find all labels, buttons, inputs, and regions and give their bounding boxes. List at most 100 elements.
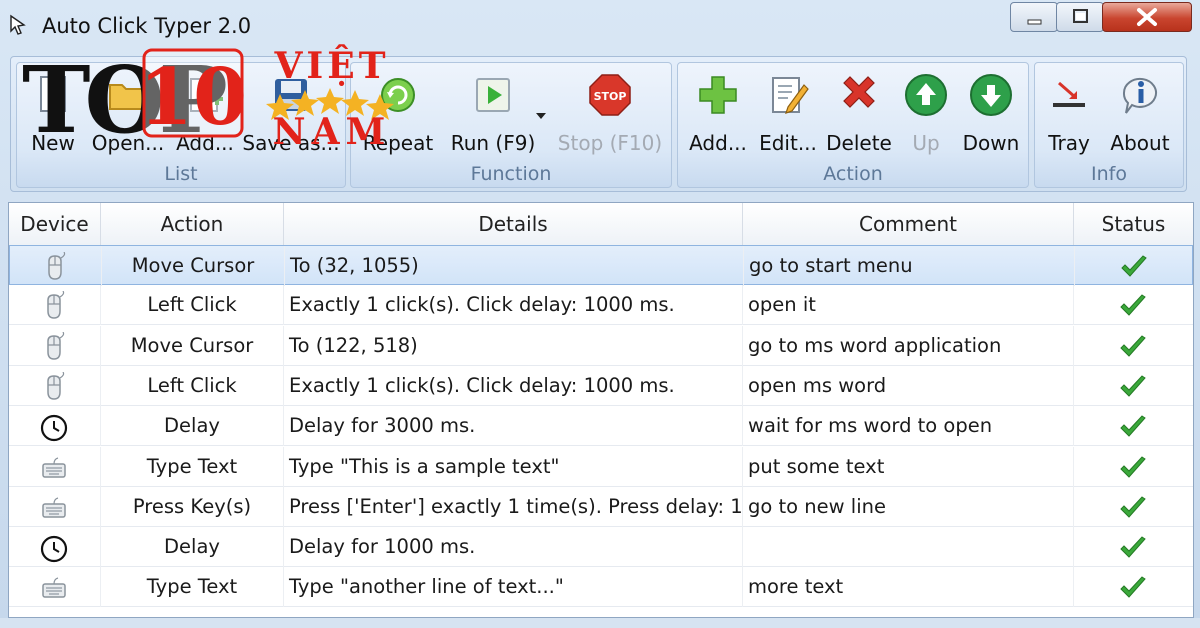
group-info: Tray About Info — [1034, 62, 1184, 188]
table-row[interactable]: Move Cursor To (32, 1055) go to start menu — [9, 245, 1193, 286]
mouse-icon — [47, 291, 65, 320]
group-label-info: Info — [1091, 163, 1127, 185]
table-row[interactable]: Type Text Type "another line of text..." m… — [9, 567, 1193, 608]
run-label: Run (F9) — [450, 131, 536, 155]
cell-comment: wait for ms word to open — [743, 406, 1074, 447]
check-icon — [1120, 375, 1146, 397]
mouse-icon — [47, 331, 65, 360]
cell-comment: put some text — [743, 446, 1074, 487]
cell-comment: go to start menu — [744, 246, 1075, 286]
check-icon — [1120, 334, 1146, 357]
edit-label: Edit... — [759, 131, 817, 155]
cell-device — [9, 486, 101, 527]
check-icon — [1120, 294, 1146, 317]
cell-comment: go to new line — [743, 486, 1074, 527]
minimize-button[interactable] — [1010, 2, 1058, 32]
run-button[interactable]: Run (F9) — [441, 67, 545, 163]
edit-button[interactable]: Edit... — [754, 67, 822, 163]
group-label-action: Action — [823, 163, 883, 185]
clock-icon — [40, 535, 68, 563]
cell-action: Move Cursor — [102, 246, 285, 286]
keyboard-icon — [42, 577, 66, 599]
play-icon — [476, 78, 510, 112]
stop-label: Stop (F10) — [557, 131, 663, 155]
stop-icon: STOP — [589, 74, 631, 116]
delete-button[interactable]: Delete — [822, 67, 896, 163]
tray-button[interactable]: Tray — [1039, 67, 1099, 163]
column-header-details[interactable]: Details — [284, 203, 743, 245]
cell-action: Delay — [101, 406, 284, 447]
cell-status — [1074, 487, 1193, 527]
about-button[interactable]: About — [1101, 67, 1179, 163]
check-icon — [1120, 415, 1146, 437]
cell-device — [9, 365, 101, 406]
cell-comment: open ms word — [743, 365, 1074, 406]
cell-device — [9, 567, 101, 608]
table-row[interactable]: Move Cursor To (122, 518) go to ms word ap… — [9, 325, 1193, 366]
cell-action: Move Cursor — [101, 325, 284, 366]
clock-icon — [40, 415, 68, 442]
close-button[interactable] — [1102, 2, 1192, 32]
app-icon — [10, 14, 26, 35]
cell-status — [1074, 366, 1193, 406]
cell-details: Press ['Enter'] exactly 1 time(s). Press… — [284, 486, 743, 527]
keyboard-icon — [42, 456, 66, 478]
action-list-table[interactable]: Device Action Details Comment Status Mov… — [8, 202, 1194, 618]
cell-device — [9, 325, 101, 366]
cell-status — [1075, 246, 1193, 286]
group-action: Add... Edit... Delete Up Down Action — [677, 62, 1029, 188]
table-row[interactable]: Type Text Type "This is a sample text" put… — [9, 446, 1193, 487]
cell-status — [1074, 285, 1193, 325]
watermark-ten-text: 10 — [139, 52, 248, 143]
up-label: Up — [912, 131, 940, 155]
delete-label: Delete — [826, 131, 892, 155]
cell-comment — [743, 527, 1074, 568]
window-bottom-edge — [0, 618, 1200, 628]
cell-details: Type "This is a sample text" — [284, 446, 743, 487]
plus-icon — [699, 76, 737, 114]
column-header-comment[interactable]: Comment — [743, 203, 1074, 245]
tray-icon — [1053, 81, 1085, 107]
group-label-function: Function — [470, 163, 552, 185]
arrow-up-icon — [905, 74, 947, 116]
cell-details: Delay for 1000 ms. — [284, 527, 743, 568]
cell-action: Type Text — [101, 446, 284, 487]
keyboard-icon — [42, 497, 66, 518]
stop-button[interactable]: STOP Stop (F10) — [555, 67, 665, 163]
cell-action: Left Click — [101, 365, 284, 406]
cell-device — [9, 527, 101, 568]
cell-status — [1074, 326, 1193, 366]
cell-status — [1074, 406, 1193, 446]
column-header-status[interactable]: Status — [1074, 203, 1193, 245]
minimize-icon — [1027, 19, 1042, 25]
mouse-icon — [48, 252, 66, 280]
table-row[interactable]: Left Click Exactly 1 click(s). Click dela… — [9, 365, 1193, 406]
cell-action: Delay — [101, 527, 284, 568]
cell-device — [10, 246, 102, 286]
cell-details: Exactly 1 click(s). Click delay: 1000 ms… — [284, 285, 743, 326]
column-header-device[interactable]: Device — [9, 203, 101, 245]
tray-label: Tray — [1048, 131, 1090, 155]
add-action-button[interactable]: Add... — [682, 67, 754, 163]
table-row[interactable]: Left Click Exactly 1 click(s). Click dela… — [9, 285, 1193, 326]
info-icon — [1122, 77, 1157, 114]
mouse-icon — [47, 371, 65, 400]
watermark-nam-text: NAM — [273, 111, 392, 150]
up-button[interactable]: Up — [896, 67, 956, 163]
down-button[interactable]: Down — [956, 67, 1026, 163]
cell-status — [1074, 527, 1193, 567]
table-row[interactable]: Delay Delay for 3000 ms. wait for ms word … — [9, 406, 1193, 447]
cell-comment: go to ms word application — [743, 325, 1074, 366]
close-icon — [1137, 8, 1157, 26]
cell-action: Press Key(s) — [101, 486, 284, 527]
table-row[interactable]: Press Key(s) Press ['Enter'] exactly 1 ti… — [9, 486, 1193, 527]
arrow-down-icon — [970, 74, 1012, 116]
maximize-button[interactable] — [1056, 2, 1104, 32]
cell-device — [9, 406, 101, 447]
column-header-action[interactable]: Action — [101, 203, 284, 245]
window-title: Auto Click Typer 2.0 — [42, 14, 252, 38]
run-dropdown-arrow-icon[interactable] — [535, 111, 547, 121]
table-row[interactable]: Delay Delay for 1000 ms. — [9, 527, 1193, 568]
cell-details: To (32, 1055) — [285, 246, 744, 286]
cell-action: Left Click — [101, 285, 284, 326]
